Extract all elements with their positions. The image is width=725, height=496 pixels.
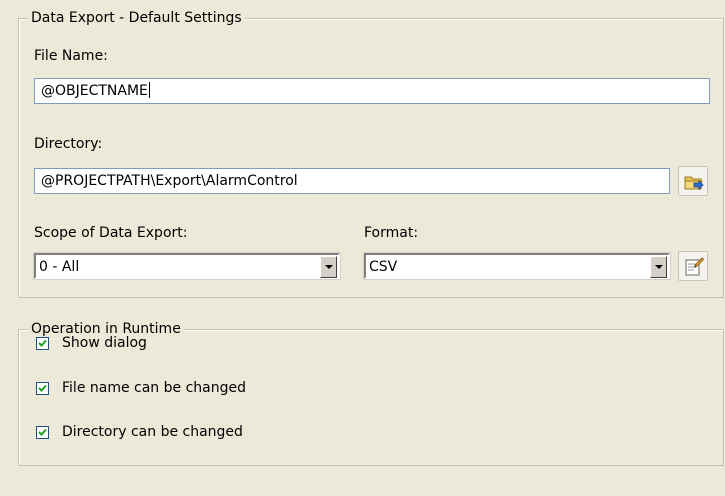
file-name-input[interactable]: @OBJECTNAME — [34, 78, 710, 104]
checkmark-icon — [38, 384, 47, 392]
show-dialog-label: Show dialog — [62, 335, 147, 351]
format-select[interactable]: CSV — [363, 252, 671, 280]
directory-label: Directory: — [34, 136, 103, 152]
file-name-label: File Name: — [34, 48, 108, 64]
format-settings-button[interactable] — [678, 251, 708, 281]
chevron-down-icon — [655, 265, 663, 269]
checkmark-icon — [38, 428, 47, 436]
folder-browse-icon — [684, 176, 704, 190]
browse-directory-button[interactable] — [678, 166, 708, 196]
file-name-changeable-checkbox[interactable] — [36, 382, 49, 395]
file-name-changeable-label: File name can be changed — [62, 380, 246, 396]
format-dropdown-button[interactable] — [650, 256, 667, 278]
text-caret — [148, 82, 150, 98]
scope-label: Scope of Data Export: — [34, 225, 188, 241]
checkmark-icon — [38, 339, 47, 347]
scope-selected-value: 0 - All — [39, 259, 80, 275]
format-settings-icon — [685, 257, 704, 276]
directory-input[interactable]: @PROJECTPATH\Export\AlarmControl — [34, 168, 670, 194]
scope-select[interactable]: 0 - All — [33, 252, 341, 280]
directory-value: @PROJECTPATH\Export\AlarmControl — [41, 173, 298, 189]
chevron-down-icon — [325, 265, 333, 269]
directory-changeable-label: Directory can be changed — [62, 424, 243, 440]
show-dialog-checkbox[interactable] — [36, 337, 49, 350]
format-label: Format: — [364, 225, 419, 241]
format-selected-value: CSV — [369, 259, 398, 275]
scope-dropdown-button[interactable] — [320, 256, 337, 278]
data-export-group-title: Data Export - Default Settings — [28, 9, 245, 27]
file-name-value: @OBJECTNAME — [41, 83, 148, 99]
directory-changeable-checkbox[interactable] — [36, 426, 49, 439]
